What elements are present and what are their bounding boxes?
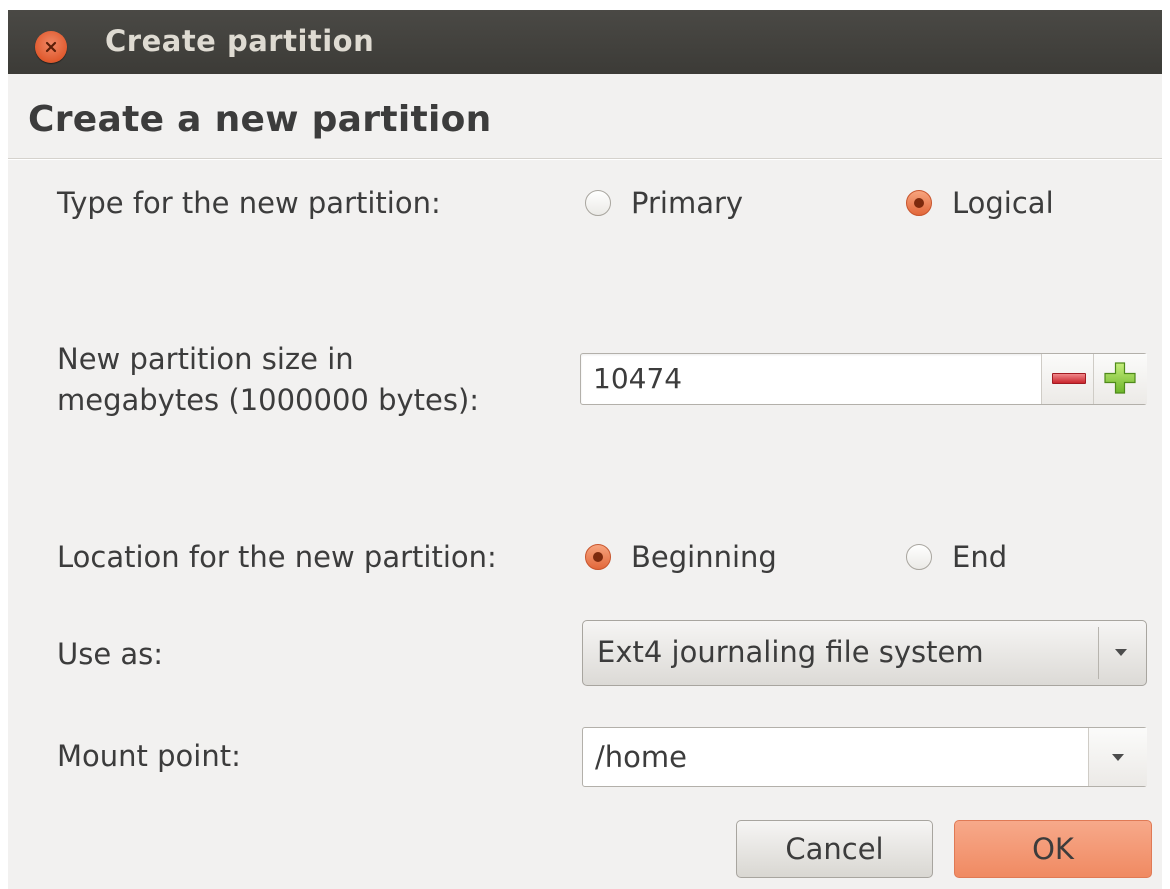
radio-primary-indicator: [585, 190, 611, 216]
radio-logical[interactable]: Logical: [906, 184, 1054, 222]
plus-icon: [1104, 362, 1136, 394]
radio-primary-label: Primary: [631, 186, 744, 220]
size-spinbutton: 10474: [580, 353, 1147, 405]
size-label-line2: megabytes (1000000 bytes):: [57, 383, 480, 417]
location-label: Location for the new partition:: [57, 540, 497, 574]
mount-point-dropdown-button[interactable]: [1088, 728, 1147, 786]
size-label-line1: New partition size in: [57, 342, 354, 376]
close-icon: [45, 41, 57, 53]
title-bar: Create partition: [8, 10, 1162, 74]
radio-primary[interactable]: Primary: [585, 184, 743, 222]
chevron-down-icon: [1112, 754, 1124, 761]
radio-beginning-indicator: [585, 544, 611, 570]
heading-separator: [8, 158, 1162, 160]
type-label: Type for the new partition:: [57, 186, 441, 220]
decrement-button[interactable]: [1041, 354, 1095, 404]
close-button[interactable]: [35, 31, 67, 63]
create-partition-dialog: Create partition Create a new partition …: [8, 10, 1162, 889]
radio-end-indicator: [906, 544, 932, 570]
mount-point-combo: /home: [582, 727, 1147, 787]
increment-button[interactable]: [1093, 354, 1147, 404]
window-title: Create partition: [105, 24, 375, 58]
radio-logical-label: Logical: [952, 186, 1054, 220]
radio-beginning-label: Beginning: [631, 540, 777, 574]
minus-icon: [1052, 373, 1086, 384]
use-as-dropdown[interactable]: Ext4 journaling file system: [582, 620, 1147, 686]
dropdown-separator: [1098, 627, 1099, 679]
use-as-value: Ext4 journaling file system: [597, 635, 984, 669]
mount-point-label: Mount point:: [57, 739, 241, 773]
radio-logical-indicator: [906, 190, 932, 216]
radio-end[interactable]: End: [906, 538, 1007, 576]
cancel-button[interactable]: Cancel: [736, 820, 933, 878]
size-input[interactable]: 10474: [593, 360, 682, 398]
chevron-down-icon: [1115, 649, 1127, 656]
radio-beginning[interactable]: Beginning: [585, 538, 777, 576]
mount-point-input[interactable]: /home: [595, 738, 687, 776]
page-title: Create a new partition: [28, 99, 492, 140]
ok-button[interactable]: OK: [954, 820, 1152, 878]
radio-end-label: End: [952, 540, 1008, 574]
use-as-label: Use as:: [57, 637, 164, 671]
